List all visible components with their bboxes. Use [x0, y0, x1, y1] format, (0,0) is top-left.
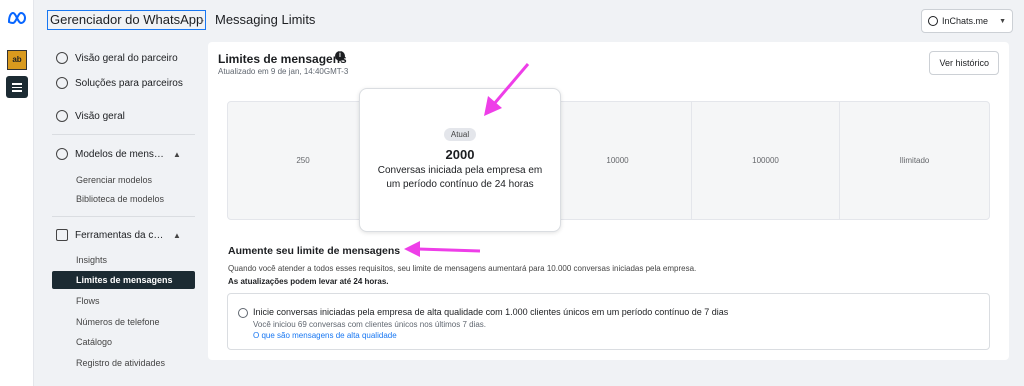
- info-icon[interactable]: i: [335, 51, 345, 61]
- sidebar-item-catalog[interactable]: Catálogo: [76, 335, 112, 349]
- sidebar-item-label: Ferramentas da c…: [75, 229, 164, 241]
- sidebar-divider: [52, 216, 195, 217]
- sidebar-item-templates[interactable]: Modelos de mens…: [56, 146, 164, 162]
- tier-10000: 10000: [544, 102, 692, 219]
- last-updated: Atualizado em 9 de jan, 14:40GMT-3: [218, 67, 349, 76]
- breadcrumb-separator: ›: [200, 13, 204, 27]
- sidebar-item-tools[interactable]: Ferramentas da c…: [56, 227, 163, 243]
- current-tier-card: Atual 2000 Conversas iniciada pela empre…: [359, 88, 561, 232]
- sidebar-item-phone-numbers[interactable]: Números de telefone: [76, 315, 160, 329]
- current-badge: Atual: [443, 128, 477, 141]
- link-icon: [56, 77, 68, 89]
- requirement-progress: Você iniciou 69 conversas com clientes ú…: [253, 320, 487, 329]
- sidebar-item-flows[interactable]: Flows: [76, 294, 100, 308]
- sidebar-item-insights[interactable]: Insights: [76, 253, 107, 267]
- account-name: InChats.me: [942, 16, 989, 26]
- requirement-radio[interactable]: [238, 308, 248, 318]
- meta-logo-icon[interactable]: [6, 11, 28, 25]
- sidebar: Visão geral do parceiro Soluções para pa…: [34, 40, 200, 386]
- sidebar-item-overview[interactable]: Visão geral: [56, 108, 125, 124]
- dashboard-icon: [56, 110, 68, 122]
- sidebar-item-partner-overview[interactable]: Visão geral do parceiro: [56, 50, 178, 66]
- breadcrumb-current: Messaging Limits: [215, 12, 316, 27]
- whatsapp-icon: [928, 16, 938, 26]
- menu-icon[interactable]: [6, 76, 28, 98]
- app-avatar[interactable]: ab: [7, 50, 27, 70]
- tier-track: 250 10000 100000 Ilimitado: [227, 101, 990, 220]
- current-limit-description: Conversas iniciada pela empresa em um pe…: [377, 165, 543, 190]
- tier-100000: 100000: [692, 102, 840, 219]
- chevron-up-icon[interactable]: ▲: [173, 150, 181, 159]
- requirement-title: Inicie conversas iniciadas pela empresa …: [253, 307, 729, 317]
- high-quality-messages-link[interactable]: O que são mensagens de alta qualidade: [253, 331, 397, 340]
- view-history-button[interactable]: Ver histórico: [929, 51, 999, 75]
- increase-limit-note: As atualizações podem levar até 24 horas…: [228, 277, 389, 286]
- sidebar-item-label: Soluções para parceiros: [75, 77, 183, 89]
- messaging-limits-card: Limites de mensagens i Atualizado em 9 d…: [208, 42, 1009, 360]
- account-selector-button[interactable]: InChats.me ▼: [921, 9, 1013, 33]
- briefcase-icon: [56, 229, 68, 241]
- tier-250: 250: [228, 102, 379, 219]
- breadcrumb-whatsapp-manager[interactable]: Gerenciador do WhatsApp: [47, 10, 207, 30]
- requirement-item: Inicie conversas iniciadas pela empresa …: [227, 293, 990, 350]
- chat-icon: [56, 148, 68, 160]
- people-icon: [56, 52, 68, 64]
- sidebar-item-activity-log[interactable]: Registro de atividades: [76, 356, 165, 370]
- increase-limit-description: Quando você atender a todos esses requis…: [228, 264, 697, 273]
- sidebar-divider: [52, 134, 195, 135]
- sidebar-item-messaging-limits[interactable]: Limites de mensagens: [52, 271, 195, 289]
- sidebar-item-label: Modelos de mens…: [75, 148, 164, 160]
- header: Gerenciador do WhatsApp › Messaging Limi…: [34, 0, 1024, 40]
- page-title: Limites de mensagens: [218, 52, 347, 66]
- chevron-down-icon: ▼: [999, 17, 1006, 25]
- increase-limit-heading: Aumente seu limite de mensagens: [228, 245, 401, 257]
- sidebar-item-partner-solutions[interactable]: Soluções para parceiros: [56, 75, 183, 91]
- sidebar-item-label: Visão geral do parceiro: [75, 52, 178, 64]
- sidebar-item-label: Visão geral: [75, 110, 125, 122]
- sidebar-item-manage-templates[interactable]: Gerenciar modelos: [76, 173, 152, 187]
- sidebar-item-template-library[interactable]: Biblioteca de modelos: [76, 192, 164, 206]
- current-limit-value: 2000: [445, 147, 475, 162]
- chevron-up-icon[interactable]: ▲: [173, 231, 181, 240]
- tier-unlimited: Ilimitado: [899, 156, 930, 165]
- left-rail: ab: [0, 0, 34, 386]
